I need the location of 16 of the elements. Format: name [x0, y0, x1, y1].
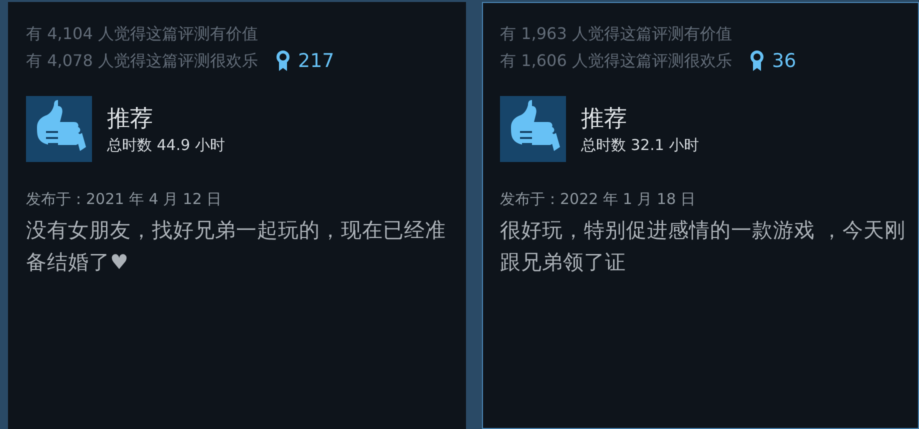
post-date: 发布于：2021 年 4 月 12 日	[26, 188, 223, 210]
helpful-count: 有 1,963 人觉得这篇评测有价值	[500, 23, 733, 45]
verdict-title: 推荐	[107, 104, 154, 134]
review-text: 很好玩，特别促进感情的一款游戏 ，今天刚跟兄弟领了证	[500, 216, 907, 276]
award-count: 36	[772, 49, 796, 74]
verdict-title: 推荐	[581, 104, 628, 134]
post-date: 发布于：2022 年 1 月 18 日	[500, 188, 697, 210]
award-count: 217	[298, 49, 334, 74]
playtime: 总时数 32.1 小时	[581, 134, 699, 154]
helpful-count: 有 4,104 人觉得这篇评测有价值	[26, 23, 259, 45]
award-icon	[276, 50, 290, 72]
funny-count: 有 1,606 人觉得这篇评测很欢乐	[500, 50, 732, 72]
playtime: 总时数 44.9 小时	[107, 134, 225, 154]
review-text: 没有女朋友，找好兄弟一起玩的，现在已经准备结婚了♥	[26, 216, 447, 276]
award-icon	[750, 50, 764, 72]
funny-count: 有 4,078 人觉得这篇评测很欢乐	[26, 50, 258, 72]
